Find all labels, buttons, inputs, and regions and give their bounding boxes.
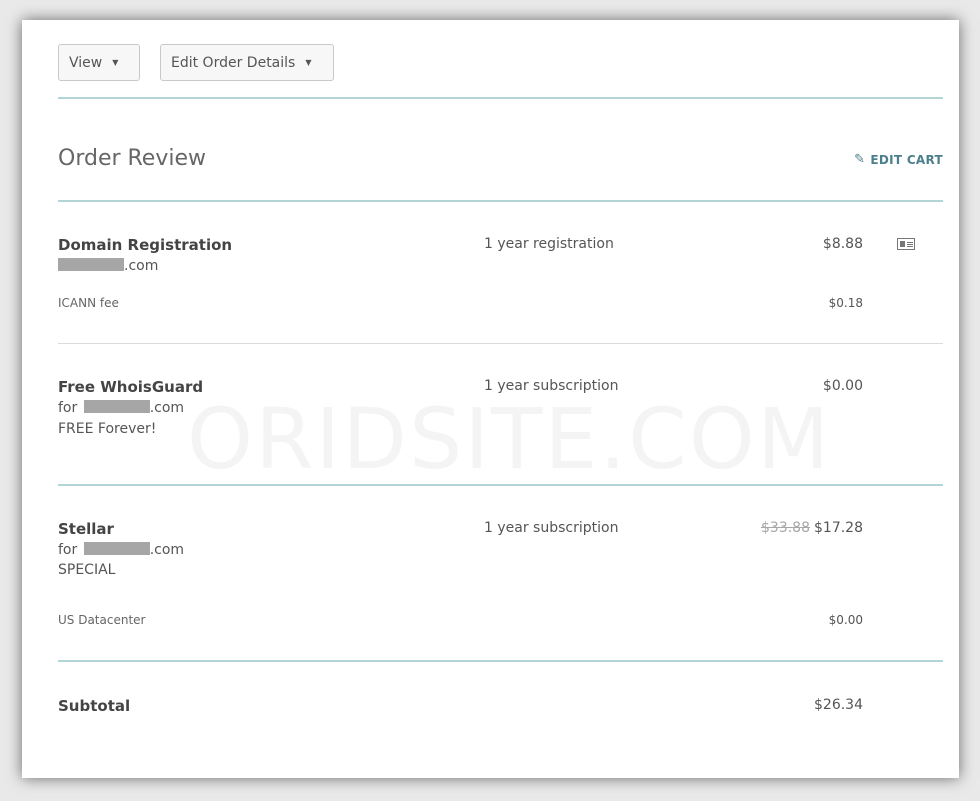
- option-label: US Datacenter: [58, 613, 146, 627]
- fee-price: $0.18: [828, 296, 863, 310]
- edit-order-details-dropdown[interactable]: Edit Order Details ▼: [160, 44, 334, 81]
- watermark: ORIDSITE.COM: [187, 390, 831, 488]
- redacted-domain: [83, 400, 150, 413]
- item-term: 1 year subscription: [484, 378, 619, 394]
- contact-card-icon[interactable]: [897, 238, 915, 250]
- item-name: Free WhoisGuard: [58, 378, 204, 396]
- edit-order-details-label: Edit Order Details: [171, 54, 296, 71]
- edit-cart-label: EDIT CART: [870, 152, 943, 167]
- item-domain: for .com: [58, 542, 185, 558]
- item-price: $8.88: [822, 236, 863, 252]
- redacted-domain: [58, 258, 124, 271]
- item-domain: .com: [58, 258, 158, 274]
- view-label: View: [69, 54, 103, 71]
- item-price: $33.88 $17.28: [723, 520, 863, 536]
- item-name: Stellar: [58, 520, 114, 538]
- original-price: $33.88: [761, 520, 810, 536]
- edit-cart-link[interactable]: ✎ EDIT CART: [854, 152, 943, 167]
- subtotal-label: Subtotal: [58, 697, 131, 715]
- discounted-price: $17.28: [814, 520, 863, 536]
- fee-label: ICANN fee: [58, 296, 119, 310]
- item-note: SPECIAL: [58, 562, 116, 578]
- view-dropdown[interactable]: View ▼: [58, 44, 140, 81]
- header-divider: [58, 200, 943, 202]
- subtotal-divider: [58, 660, 943, 662]
- item-price: $0.00: [822, 378, 863, 394]
- item-term: 1 year subscription: [484, 520, 619, 536]
- order-review-panel: View ▼ Edit Order Details ▼ Order Review…: [22, 20, 959, 778]
- option-price: $0.00: [828, 613, 863, 627]
- item-note: FREE Forever!: [58, 421, 157, 437]
- caret-down-icon: ▼: [305, 58, 312, 67]
- pencil-icon: ✎: [854, 152, 866, 167]
- page-title: Order Review: [58, 146, 207, 171]
- toolbar-divider: [58, 97, 943, 99]
- caret-down-icon: ▼: [112, 58, 119, 67]
- item-divider: [58, 484, 943, 486]
- item-divider: [58, 343, 943, 344]
- item-name: Domain Registration: [58, 236, 233, 254]
- item-term: 1 year registration: [484, 236, 614, 252]
- redacted-domain: [83, 542, 150, 555]
- subtotal-value: $26.34: [814, 697, 863, 713]
- item-domain: for .com: [58, 400, 185, 416]
